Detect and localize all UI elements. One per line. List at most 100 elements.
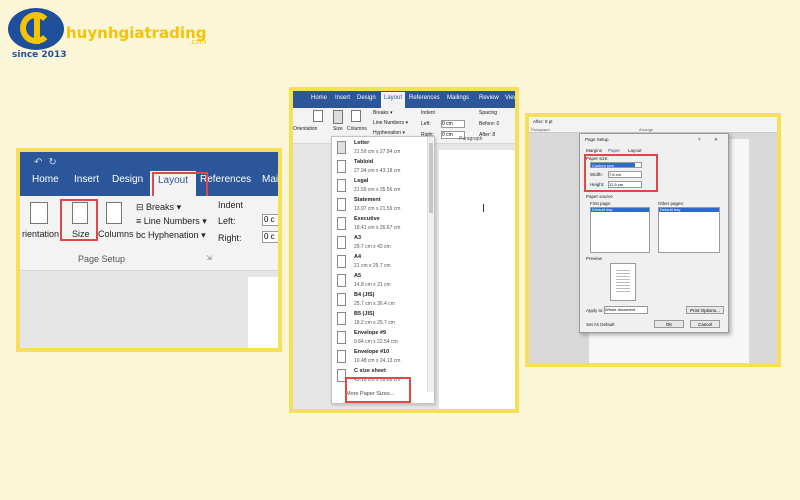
- paper-size-item[interactable]: Envelope #9 9.84 cm x 22.54 cm: [332, 329, 428, 348]
- breaks-button[interactable]: Breaks ▾: [373, 110, 392, 116]
- paper-size-dims: 29.7 cm x 42 cm: [354, 244, 391, 250]
- tab-home[interactable]: Home: [32, 174, 59, 185]
- paper-size-item[interactable]: Letter 21.59 cm x 27.94 cm: [332, 139, 428, 158]
- indent-right-label: Right:: [218, 233, 242, 243]
- columns-icon[interactable]: [106, 202, 122, 224]
- hyphenation-button[interactable]: bc Hyphenation ▾: [136, 230, 206, 241]
- tab-references[interactable]: References: [409, 95, 440, 101]
- page-icon: [337, 312, 346, 325]
- indent-left-label: Left:: [421, 121, 431, 127]
- columns-button[interactable]: Columns: [347, 126, 367, 132]
- dialog-launcher-icon[interactable]: ⇲: [206, 254, 212, 262]
- paper-size-item[interactable]: B5 (JIS) 18.2 cm x 25.7 cm: [332, 310, 428, 329]
- paper-source-label: Paper source: [586, 194, 613, 199]
- paper-size-item[interactable]: Statement 13.97 cm x 21.59 cm: [332, 196, 428, 215]
- tab-layout[interactable]: Layout: [381, 92, 406, 108]
- page-icon: [337, 255, 346, 268]
- columns-icon[interactable]: [351, 110, 361, 122]
- paper-size-name: B5 (JIS): [354, 311, 375, 317]
- tab-insert[interactable]: Insert: [335, 95, 350, 101]
- tab-mailings[interactable]: Maili: [262, 174, 278, 185]
- size-icon[interactable]: [333, 110, 343, 124]
- orientation-button[interactable]: Orientation: [293, 126, 317, 132]
- line-numbers-button[interactable]: ≡ Line Numbers ▾: [136, 216, 207, 227]
- paper-size-name: A5: [354, 273, 362, 279]
- scrollbar-thumb[interactable]: [429, 143, 433, 213]
- paper-size-dims: 10.48 cm x 24.13 cm: [354, 358, 401, 364]
- page-icon: [337, 141, 346, 154]
- print-options-button[interactable]: Print Options...: [686, 306, 724, 314]
- dialog-title: Page Setup: [585, 137, 609, 142]
- first-page-item[interactable]: Default tray: [592, 207, 612, 212]
- paper-size-item[interactable]: Tabloid 27.94 cm x 43.18 cm: [332, 158, 428, 177]
- preview-page: [610, 263, 636, 301]
- document-page: [248, 277, 278, 348]
- tab-design[interactable]: Design: [357, 95, 376, 101]
- menu-scrollbar[interactable]: [427, 137, 434, 392]
- ribbon-body: rientation Size Columns ⊟ Breaks ▾ ≡ Lin…: [20, 196, 278, 271]
- orientation-icon[interactable]: [30, 202, 48, 224]
- page-setup-dialog: Page Setup ? ✕ Margins Paper Layout Pape…: [579, 133, 729, 333]
- tab-layout[interactable]: Layout: [628, 148, 642, 153]
- document-area: [20, 271, 278, 348]
- paper-size-name: Tabloid: [354, 159, 374, 165]
- indent-left-input[interactable]: 0 cm: [441, 120, 465, 128]
- paper-size-name: Executive: [354, 216, 380, 222]
- paper-size-item[interactable]: A5 14.8 cm x 21 cm: [332, 272, 428, 291]
- first-page-list[interactable]: Default tray: [590, 207, 650, 253]
- line-numbers-icon: ≡: [136, 216, 144, 226]
- redo-icon[interactable]: ↻: [48, 157, 56, 168]
- indent-left-input[interactable]: 0 c: [262, 214, 278, 226]
- size-button[interactable]: Size: [333, 126, 343, 132]
- paper-size-item[interactable]: Executive 18.41 cm x 26.67 cm: [332, 215, 428, 234]
- indent-title: Indent: [218, 200, 244, 210]
- other-pages-item[interactable]: Default tray: [660, 207, 680, 212]
- page-icon: [337, 331, 346, 344]
- brand-name: huynhgiatrading .com: [66, 24, 207, 46]
- paper-size-item[interactable]: A4 21 cm x 29.7 cm: [332, 253, 428, 272]
- paper-size-item[interactable]: A3 29.7 cm x 42 cm: [332, 234, 428, 253]
- paper-size-name: A3: [354, 235, 362, 241]
- tab-home[interactable]: Home: [311, 95, 327, 101]
- line-numbers-button[interactable]: Line Numbers ▾: [373, 120, 408, 126]
- set-as-default-button[interactable]: Set As Default: [586, 322, 615, 327]
- tab-margins[interactable]: Margins: [586, 148, 602, 153]
- ok-button[interactable]: OK: [654, 320, 684, 328]
- breaks-icon: ⊟: [136, 202, 147, 212]
- indent-right-input[interactable]: 0 c: [262, 231, 278, 243]
- orientation-icon[interactable]: [313, 110, 323, 122]
- hyphenation-icon: bc: [136, 230, 149, 240]
- paper-size-item[interactable]: Envelope #10 10.48 cm x 24.13 cm: [332, 348, 428, 367]
- spacing-before-label: Before: 0: [479, 121, 500, 127]
- help-icon[interactable]: ?: [698, 137, 701, 142]
- tab-view[interactable]: View: [505, 95, 515, 101]
- tab-paper[interactable]: Paper: [608, 148, 620, 153]
- text-cursor: [483, 204, 484, 212]
- other-pages-label: Other pages:: [658, 201, 685, 206]
- cancel-button[interactable]: Cancel: [690, 320, 720, 328]
- paper-size-name: B4 (JIS): [354, 292, 375, 298]
- paper-size-item[interactable]: Legal 21.59 cm x 35.56 cm: [332, 177, 428, 196]
- tab-insert[interactable]: Insert: [74, 174, 99, 185]
- panel-word-layout-ribbon: ↶ ↻ Home Insert Design Layout References …: [16, 148, 282, 352]
- paper-size-item[interactable]: B4 (JIS) 25.7 cm x 36.4 cm: [332, 291, 428, 310]
- tab-design[interactable]: Design: [112, 174, 143, 185]
- page-setup-group-label: Page Setup: [78, 254, 126, 264]
- other-pages-list[interactable]: Default tray: [658, 207, 720, 253]
- document-page: [439, 150, 515, 409]
- indent-title: Indent: [421, 110, 435, 116]
- undo-icon[interactable]: ↶: [34, 157, 42, 168]
- tab-review[interactable]: Review: [479, 95, 499, 101]
- paper-size-name: Legal: [354, 178, 369, 184]
- paper-size-dims: 27.94 cm x 43.18 cm: [354, 168, 401, 174]
- apply-to-select[interactable]: Whole document: [604, 306, 648, 314]
- columns-button[interactable]: Columns: [98, 229, 134, 239]
- close-icon[interactable]: ✕: [714, 137, 718, 143]
- page-icon: [337, 179, 346, 192]
- orientation-button[interactable]: rientation: [22, 229, 59, 239]
- paper-size-dims: 18.2 cm x 25.7 cm: [354, 320, 395, 326]
- indent-left-label: Left:: [218, 216, 236, 226]
- tab-mailings[interactable]: Mailings: [447, 95, 469, 101]
- page-icon: [337, 293, 346, 306]
- breaks-button[interactable]: ⊟ Breaks ▾: [136, 202, 181, 213]
